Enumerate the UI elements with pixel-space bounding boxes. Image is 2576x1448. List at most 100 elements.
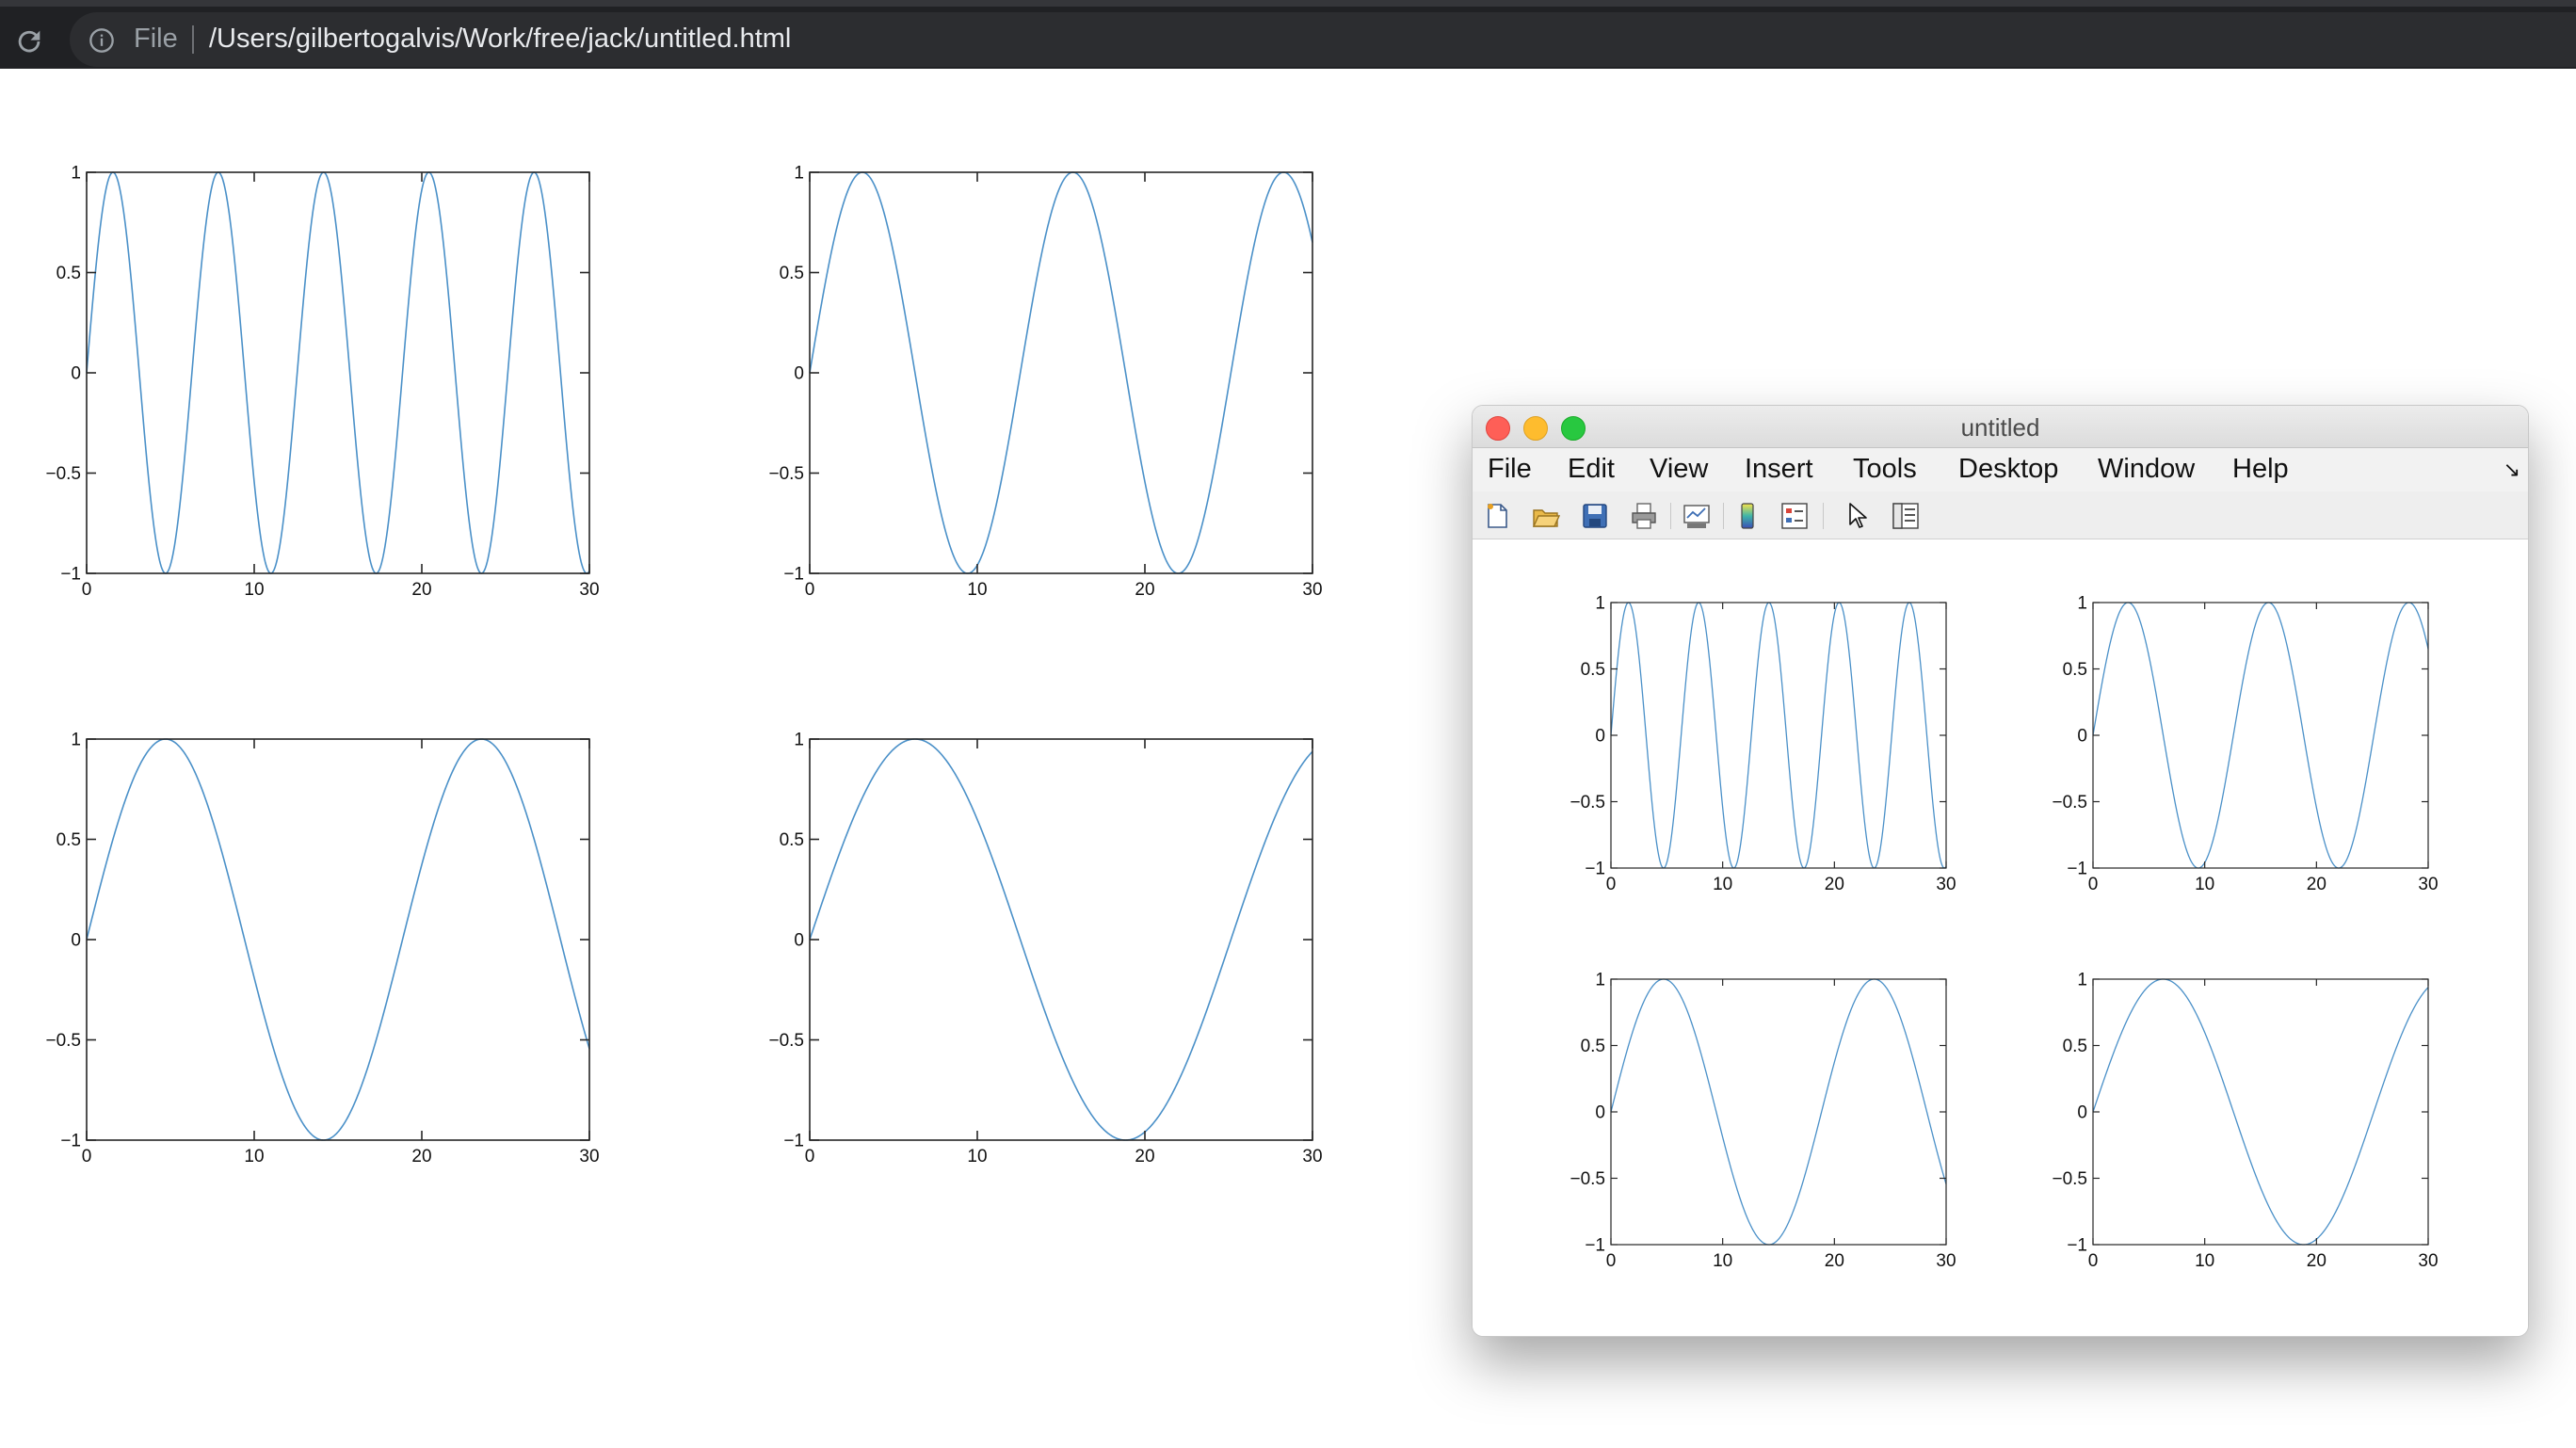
reload-icon[interactable] — [13, 25, 45, 57]
chart-8: 0 10 20 30 1 0.5 0 −0.5 −1 — [2052, 971, 2438, 1271]
menu-insert[interactable]: Insert — [1745, 454, 1813, 485]
x-tick-label: 20 — [2307, 1251, 2326, 1271]
x-tick-label: 20 — [411, 1147, 431, 1166]
y-tick-label: 0.5 — [780, 264, 804, 283]
x-tick-label: 10 — [2195, 1251, 2214, 1271]
x-tick-label: 20 — [411, 580, 431, 600]
axes-box — [809, 171, 1313, 574]
x-tick-label: 0 — [2088, 1251, 2099, 1271]
info-icon[interactable] — [89, 27, 115, 54]
y-tick-label: −1 — [2067, 860, 2087, 879]
figure-title: untitled — [1960, 413, 2040, 442]
y-tick-label: 0 — [794, 364, 804, 384]
edit-plot-cursor-icon[interactable] — [1842, 501, 1872, 531]
y-tick-label: 0.5 — [56, 830, 81, 850]
x-tick-label: 0 — [805, 1147, 815, 1166]
menu-view[interactable]: View — [1650, 454, 1708, 485]
y-tick-label: 0 — [2077, 727, 2087, 747]
figure-menubar: File Edit View Insert Tools Desktop Wind… — [1473, 448, 2528, 491]
open-file-icon[interactable] — [1531, 501, 1561, 531]
y-tick-label: −0.5 — [2052, 793, 2087, 812]
x-tick-label: 20 — [1135, 1147, 1154, 1166]
menu-dock-arrow-icon[interactable]: ↘ — [2504, 458, 2520, 482]
x-tick-label: 30 — [1302, 1147, 1322, 1166]
y-tick-label: 1 — [2077, 971, 2087, 990]
menu-desktop[interactable]: Desktop — [1958, 454, 2058, 485]
address-bar[interactable]: File /Users/gilbertogalvis/Work/free/jac… — [70, 12, 2576, 67]
figure-plot-area: 0 10 20 3010.50−0.5−10 10 20 3010.50−0.5−10 10 2… — [1570, 594, 2438, 1271]
x-tick-label: 0 — [1606, 875, 1617, 894]
x-tick-label: 10 — [1713, 1251, 1732, 1271]
property-inspector-icon[interactable] — [1891, 501, 1921, 531]
toolbar-separator — [1723, 503, 1724, 529]
axes-box — [1610, 602, 1947, 869]
new-figure-icon[interactable] — [1482, 501, 1512, 531]
figure-window: untitled File Edit View Insert Tools Des… — [1472, 405, 2529, 1337]
toolbar-separator — [1823, 503, 1824, 529]
y-tick-label: −1 — [60, 1132, 81, 1151]
link-plot-icon[interactable] — [1682, 501, 1712, 531]
x-tick-label: 10 — [967, 580, 987, 600]
y-tick-label: 1 — [1595, 594, 1605, 614]
y-tick-label: −1 — [1585, 1236, 1605, 1256]
save-icon[interactable] — [1580, 501, 1610, 531]
menu-help[interactable]: Help — [2232, 454, 2289, 485]
y-tick-label: −0.5 — [45, 464, 81, 484]
y-tick-label: 0.5 — [1581, 660, 1605, 680]
chart-1: 0 10 20 30 1 0.5 0 −0.5 −1 — [45, 164, 599, 600]
url-text[interactable]: /Users/gilbertogalvis/Work/free/jack/unt… — [209, 24, 791, 55]
series-line — [86, 738, 590, 1141]
browser-toolbar: File /Users/gilbertogalvis/Work/free/jac… — [0, 0, 2576, 69]
series-line — [1610, 602, 1947, 869]
x-tick-label: 20 — [2307, 875, 2326, 894]
y-tick-label: −1 — [783, 1132, 804, 1151]
y-tick-label: −0.5 — [1570, 1169, 1605, 1189]
x-tick-label: 10 — [244, 580, 264, 600]
x-tick-label: 30 — [1936, 1251, 1956, 1271]
x-tick-label: 20 — [1825, 875, 1844, 894]
y-tick-label: 1 — [1595, 971, 1605, 990]
figure-titlebar[interactable]: untitled — [1473, 406, 2528, 448]
web-plot-area: 0 10 20 3010.50−0.5−10 10 20 3010.50−0.5−10 10 2… — [45, 164, 1322, 1166]
y-tick-label: 1 — [794, 731, 804, 750]
x-tick-label: 30 — [1936, 875, 1956, 894]
x-tick-label: 0 — [1606, 1251, 1617, 1271]
x-tick-label: 30 — [2418, 1251, 2438, 1271]
insert-legend-icon[interactable] — [1779, 501, 1810, 531]
y-tick-label: −0.5 — [45, 1031, 81, 1051]
y-tick-label: 0.5 — [780, 830, 804, 850]
figure-toolbar — [1473, 491, 2528, 539]
series-line — [86, 171, 590, 574]
y-tick-label: 1 — [794, 164, 804, 184]
print-icon[interactable] — [1629, 501, 1659, 531]
y-tick-label: −0.5 — [768, 1031, 804, 1051]
x-tick-label: 20 — [1825, 1251, 1844, 1271]
x-tick-label: 20 — [1135, 580, 1154, 600]
chart-3: 0 10 20 30 1 0.5 0 −0.5 −1 — [45, 731, 599, 1166]
insert-colorbar-icon[interactable] — [1732, 501, 1763, 531]
y-tick-label: 0 — [1595, 727, 1605, 747]
y-tick-label: 0.5 — [2063, 660, 2087, 680]
menu-file[interactable]: File — [1488, 454, 1532, 485]
url-scheme-label: File — [134, 24, 178, 54]
axes-box — [809, 738, 1313, 1141]
series-line — [809, 738, 1313, 1141]
y-tick-label: 0.5 — [1581, 1037, 1605, 1056]
x-tick-label: 30 — [2418, 875, 2438, 894]
y-tick-label: 0.5 — [56, 264, 81, 283]
y-tick-label: −1 — [2067, 1236, 2087, 1256]
address-separator — [192, 25, 194, 54]
toolbar-separator — [1670, 503, 1671, 529]
menu-tools[interactable]: Tools — [1853, 454, 1917, 485]
x-tick-label: 30 — [579, 1147, 599, 1166]
series-line — [1610, 978, 1947, 1246]
chart-4: 0 10 20 30 1 0.5 0 −0.5 −1 — [768, 731, 1322, 1166]
figure-canvas: 0 10 20 30 1 0.5 0 −0.5 −1 0 10 20 30 1 0.5 0 −0.5 −1 0 10 2… — [1473, 539, 2528, 1336]
y-tick-label: 0.5 — [2063, 1037, 2087, 1056]
x-tick-label: 0 — [2088, 875, 2099, 894]
menu-window[interactable]: Window — [2098, 454, 2195, 485]
menu-edit[interactable]: Edit — [1568, 454, 1615, 485]
axes-box — [86, 171, 590, 574]
x-tick-label: 0 — [82, 580, 92, 600]
x-tick-label: 10 — [1713, 875, 1732, 894]
